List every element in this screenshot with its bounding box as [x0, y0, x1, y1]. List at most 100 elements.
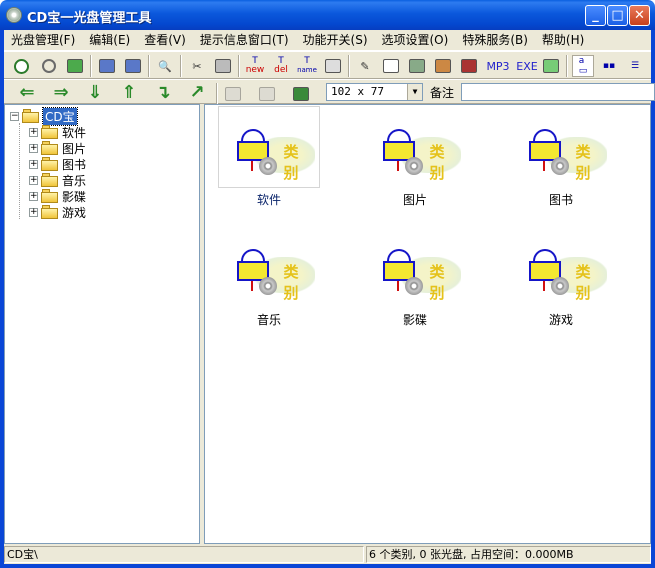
drive-up-icon[interactable] — [122, 55, 144, 77]
category-label: 图片 — [402, 193, 427, 207]
small-icons-view-icon[interactable]: ▪▪ — [598, 55, 620, 77]
tree-item-movies[interactable]: + 影碟 — [29, 188, 86, 204]
toolbar-separator — [238, 55, 240, 77]
tree-item-label: 影碟 — [62, 189, 87, 204]
tree-item-label: 游戏 — [62, 205, 87, 220]
category-item[interactable]: 类别 音乐 — [209, 227, 319, 337]
category-item[interactable]: 类别 软件 — [209, 107, 319, 217]
thumbnail-size-select[interactable]: 102 x 77 ▼ — [326, 83, 423, 101]
large-icons-view-icon[interactable]: a ▭ — [572, 55, 594, 77]
category-thumbnail: 类别 — [511, 107, 611, 187]
exe-icon[interactable]: EXE — [514, 55, 540, 77]
list-view-icon[interactable]: ☰ — [624, 55, 646, 77]
expand-icon[interactable]: + — [29, 207, 38, 217]
menu-view[interactable]: 查看(V) — [137, 30, 193, 50]
expand-icon[interactable]: + — [29, 127, 38, 137]
mp3-icon[interactable]: MP3 — [484, 55, 512, 77]
category-item[interactable]: 类别 图片 — [355, 107, 465, 217]
document-icon[interactable] — [380, 55, 402, 77]
tree-item-software[interactable]: + 软件 — [29, 124, 86, 140]
maximize-button[interactable]: □ — [607, 5, 628, 26]
menu-bar: 光盘管理(F) 编辑(E) 查看(V) 提示信息窗口(T) 功能开关(S) 选项… — [4, 30, 651, 50]
folder-icon — [41, 189, 59, 203]
status-bar: CD宝\ 6 个类别, 0 张光盘, 占用空间：0.000MB — [4, 544, 651, 564]
find-icon[interactable]: 🔍 — [154, 55, 176, 77]
copy-disc-icon[interactable] — [64, 55, 86, 77]
menu-special-services[interactable]: 特殊服务(B) — [455, 30, 535, 50]
expand-icon[interactable]: + — [29, 175, 38, 185]
tree-structure-icon[interactable] — [540, 55, 562, 77]
properties-icon[interactable] — [322, 55, 344, 77]
brush-icon[interactable]: ✎ — [354, 55, 376, 77]
category-label: 音乐 — [256, 313, 281, 327]
arrow-turn-up-icon[interactable]: ↗ — [184, 82, 210, 103]
category-item[interactable]: 类别 游戏 — [501, 227, 611, 337]
category-item[interactable]: 类别 图书 — [501, 107, 611, 217]
cut-icon[interactable]: ✂ — [186, 55, 208, 77]
monitor-icon[interactable] — [432, 55, 454, 77]
expand-icon[interactable]: + — [29, 159, 38, 169]
search-disc-icon[interactable] — [38, 55, 60, 77]
menu-help[interactable]: 帮助(H) — [535, 30, 591, 50]
expand-icon[interactable]: + — [29, 143, 38, 153]
toolbar-separator — [566, 55, 568, 77]
collapse-icon[interactable]: − — [10, 111, 19, 121]
tree-item-pictures[interactable]: + 图片 — [29, 140, 86, 156]
window-title: CD宝一光盘管理工具 — [27, 11, 152, 26]
tree-lines — [19, 123, 20, 219]
arrow-right-icon[interactable]: ⇒ — [48, 82, 74, 103]
tree-item-label: 图书 — [62, 157, 87, 172]
tree-item-books[interactable]: + 图书 — [29, 156, 86, 172]
arrow-up-icon[interactable]: ⇑ — [116, 82, 142, 103]
del-label: del — [274, 65, 288, 75]
delete-node-icon[interactable]: Tdel — [270, 55, 292, 77]
check-grid-icon[interactable] — [222, 83, 244, 105]
main-toolbar: 🔍 ✂ Tnew Tdel Tname ✎ MP3 EXE a ▭ ▪▪ ☰ — [4, 51, 651, 79]
arrow-left-icon[interactable]: ⇐ — [14, 82, 40, 103]
delete-grid-icon[interactable] — [256, 83, 278, 105]
minimize-button[interactable]: _ — [585, 5, 606, 26]
print-icon[interactable] — [406, 55, 428, 77]
arrow-down-icon[interactable]: ⇓ — [82, 82, 108, 103]
menu-hint-window[interactable]: 提示信息窗口(T) — [193, 30, 296, 50]
category-label: 游戏 — [548, 313, 573, 327]
toolbar-separator — [216, 83, 218, 105]
tree-root[interactable]: − CD宝 — [10, 106, 78, 126]
tree-root-label[interactable]: CD宝 — [42, 106, 78, 126]
tree-item-label: 图片 — [62, 141, 87, 156]
tree-item-games[interactable]: + 游戏 — [29, 204, 86, 220]
category-thumbnail: 类别 — [219, 227, 319, 307]
tree-item-label: 软件 — [62, 125, 87, 140]
menu-edit[interactable]: 编辑(E) — [82, 30, 137, 50]
folder-icon — [41, 157, 59, 171]
name-label: name — [297, 66, 317, 74]
folder-icon — [41, 141, 59, 155]
category-item[interactable]: 类别 影碟 — [355, 227, 465, 337]
tree-item-music[interactable]: + 音乐 — [29, 172, 86, 188]
folder-icon — [22, 109, 40, 123]
rename-node-icon[interactable]: Tname — [296, 55, 318, 77]
category-thumbnail: 类别 — [511, 227, 611, 307]
category-thumbnail: 类别 — [365, 107, 465, 187]
category-list: 类别 软件 类别 图片 类别 图书 类别 音乐 类别 影碟 类别 游戏 — [204, 104, 651, 544]
note-input[interactable] — [461, 83, 655, 101]
new-node-icon[interactable]: Tnew — [244, 55, 266, 77]
drive-down-icon[interactable] — [96, 55, 118, 77]
menu-options[interactable]: 选项设置(O) — [375, 30, 456, 50]
menu-disc-management[interactable]: 光盘管理(F) — [4, 30, 82, 50]
film-icon[interactable] — [458, 55, 480, 77]
cd-icon[interactable] — [10, 55, 32, 77]
window-frame-right — [651, 30, 655, 568]
category-thumbnail: 类别 — [219, 107, 319, 187]
arrow-turn-down-icon[interactable]: ↴ — [150, 82, 176, 103]
category-label: 图书 — [548, 193, 573, 207]
menu-feature-switch[interactable]: 功能开关(S) — [296, 30, 375, 50]
paste-icon[interactable] — [212, 55, 234, 77]
expand-icon[interactable]: + — [29, 191, 38, 201]
category-tree: − CD宝 + 软件 + 图片 + 图书 + 音乐 + 影碟 + 游戏 — [4, 104, 200, 544]
close-button[interactable]: ✕ — [629, 5, 650, 26]
app-icon — [6, 7, 22, 23]
build-grid-icon[interactable] — [290, 83, 312, 105]
category-thumbnail: 类别 — [365, 227, 465, 307]
chevron-down-icon[interactable]: ▼ — [407, 84, 422, 100]
